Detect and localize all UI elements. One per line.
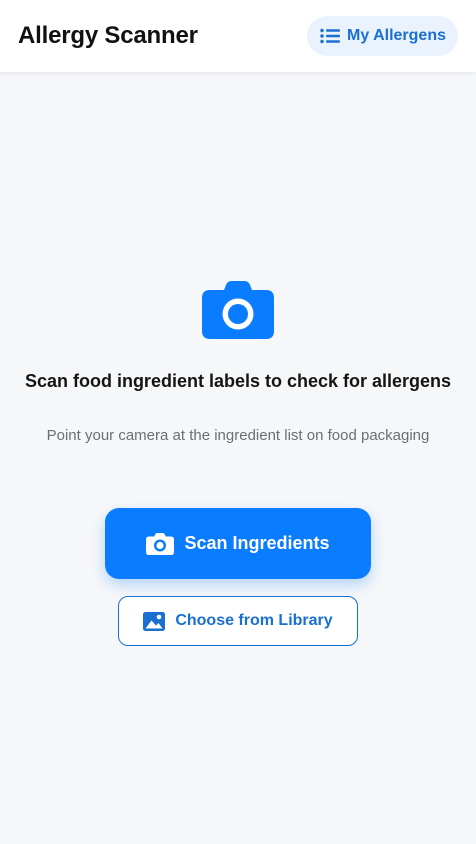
scan-ingredients-label: Scan Ingredients [184, 533, 330, 553]
app-root: Allergy Scanner My Allergens Scan food i… [0, 0, 476, 844]
scan-heading: Scan food ingredient labels to check for… [24, 371, 452, 391]
scan-instructions: Point your camera at the ingredient list… [46, 427, 430, 444]
app-title: Allergy Scanner [18, 22, 198, 49]
choose-from-library-label: Choose from Library [175, 612, 333, 629]
camera-icon [146, 532, 175, 555]
image-icon [143, 611, 166, 631]
my-allergens-button[interactable]: My Allergens [307, 16, 458, 56]
choose-from-library-button[interactable]: Choose from Library [118, 596, 358, 646]
my-allergens-label: My Allergens [347, 27, 446, 44]
scan-ingredients-button[interactable]: Scan Ingredients [105, 508, 371, 579]
main-content: Scan food ingredient labels to check for… [0, 72, 476, 844]
camera-icon [202, 281, 274, 339]
app-header: Allergy Scanner My Allergens [0, 0, 476, 72]
list-icon [320, 28, 340, 44]
